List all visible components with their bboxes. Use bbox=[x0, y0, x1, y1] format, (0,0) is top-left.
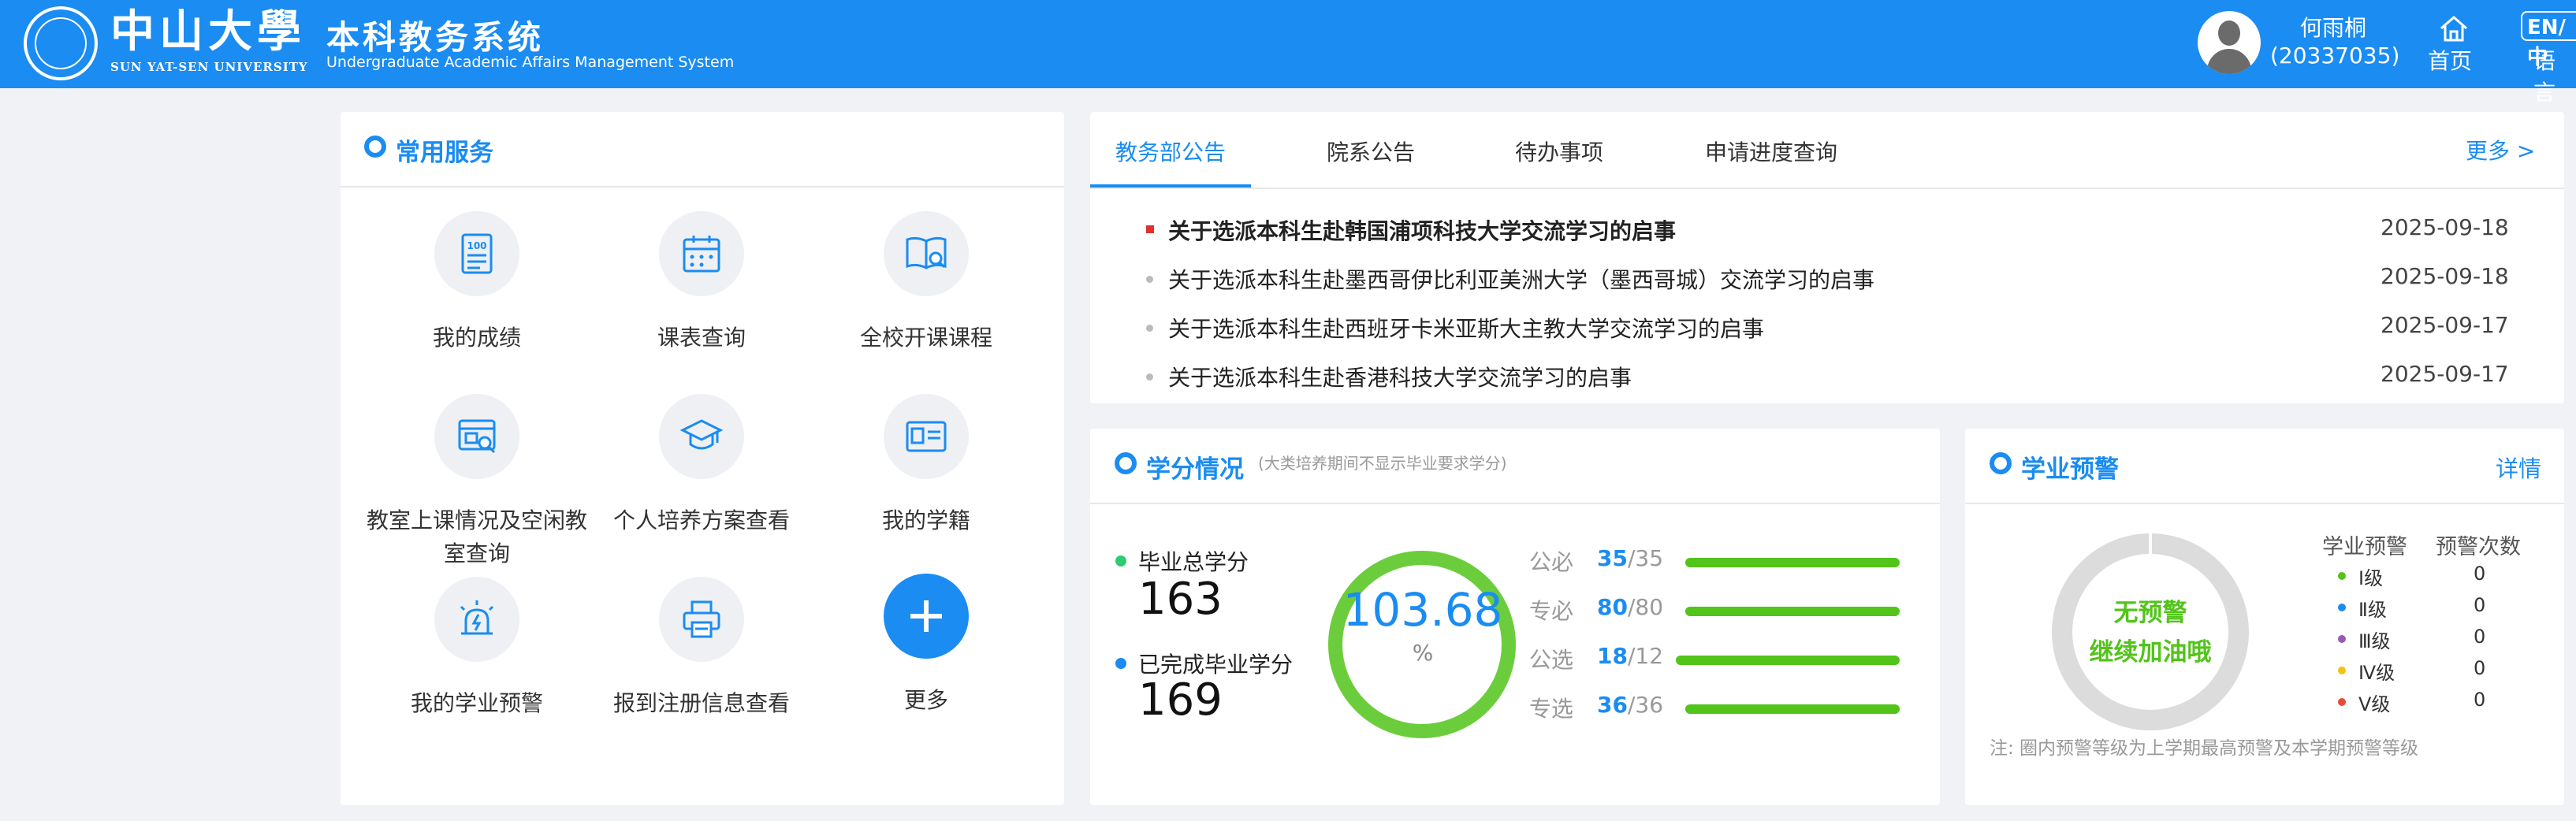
more-notices-link[interactable]: 更多 > bbox=[2466, 134, 2535, 165]
completed-credits-value: 169 bbox=[1138, 674, 1223, 726]
warning-level: Ⅱ级 bbox=[2358, 599, 2387, 621]
title-ring-icon bbox=[1115, 452, 1137, 474]
home-link[interactable]: 首页 bbox=[2428, 44, 2472, 76]
category-score: 80/80 bbox=[1597, 594, 1664, 620]
classroom-search-icon bbox=[434, 394, 519, 479]
total-credits-value: 163 bbox=[1138, 574, 1223, 625]
tab-application-progress[interactable]: 申请进度查询 bbox=[1705, 136, 1837, 167]
user-avatar[interactable] bbox=[2198, 11, 2261, 74]
notice-bullet bbox=[1146, 325, 1153, 332]
avatar-body-shape bbox=[2207, 49, 2251, 74]
level-dot bbox=[2338, 604, 2346, 611]
tab-todo[interactable]: 待办事项 bbox=[1515, 136, 1603, 167]
notice-date: 2025-09-18 bbox=[2381, 214, 2509, 240]
category-progress-bar bbox=[1685, 704, 1900, 714]
completed-credits-dot bbox=[1115, 658, 1126, 669]
report-icon: 100 bbox=[434, 211, 519, 296]
notice-date: 2025-09-17 bbox=[2381, 361, 2509, 387]
title-ring-icon bbox=[1990, 452, 2012, 474]
category-score: 18/12 bbox=[1597, 643, 1664, 669]
credit-ratio-value: 103.68 bbox=[1342, 583, 1503, 637]
user-id: (20337035) bbox=[2270, 43, 2400, 69]
service-label: 课表查询 bbox=[657, 325, 746, 351]
notice-bullet bbox=[1146, 373, 1153, 381]
warning-level: Ⅴ级 bbox=[2358, 693, 2391, 715]
system-title-en: Undergraduate Academic Affairs Managemen… bbox=[326, 54, 735, 71]
service-label: 个人培养方案查看 bbox=[612, 507, 790, 533]
alarm-icon bbox=[434, 577, 519, 662]
service-label: 全校开课课程 bbox=[859, 325, 992, 351]
id-card-icon bbox=[884, 394, 969, 479]
top-header: 中山大學 SUN YAT-SEN UNIVERSITY 本科教务系统 Under… bbox=[0, 0, 2576, 106]
level-dot bbox=[2338, 635, 2346, 643]
total-credits-dot bbox=[1115, 555, 1126, 567]
warning-count: 0 bbox=[2474, 626, 2486, 648]
category-label: 专选 bbox=[1529, 696, 1574, 722]
graduation-cap-icon bbox=[659, 394, 744, 479]
university-name-en: SUN YAT-SEN UNIVERSITY bbox=[110, 60, 308, 74]
warning-count: 0 bbox=[2474, 657, 2486, 679]
category-progress-bar bbox=[1685, 607, 1900, 616]
service-label: 报到注册信息查看 bbox=[612, 690, 790, 716]
warning-count-header: 预警次数 bbox=[2436, 535, 2521, 559]
level-dot bbox=[2338, 698, 2346, 706]
service-label: 教室上课情况及空闲教室查询 bbox=[367, 507, 588, 567]
category-progress-bar bbox=[1676, 656, 1900, 665]
avatar-head-shape bbox=[2218, 20, 2240, 46]
level-dot bbox=[2338, 667, 2346, 674]
notice-bullet bbox=[1146, 276, 1153, 283]
title-ring-icon bbox=[364, 136, 386, 158]
notice-item[interactable]: 关于选派本科生赴西班牙卡米亚斯大主教大学交流学习的启事 bbox=[1168, 312, 1764, 344]
notice-bullet bbox=[1146, 225, 1154, 233]
warning-count: 0 bbox=[2474, 689, 2486, 711]
warning-count: 0 bbox=[2474, 563, 2486, 585]
warning-level: Ⅰ级 bbox=[2358, 567, 2384, 589]
university-name-cn: 中山大學 bbox=[110, 6, 306, 58]
service-label: 更多 bbox=[903, 687, 948, 713]
warning-status-line2: 继续加油哦 bbox=[2089, 638, 2212, 667]
warning-level-header: 学业预警 bbox=[2322, 535, 2407, 559]
service-label: 我的学籍 bbox=[881, 507, 970, 533]
service-label: 我的学业预警 bbox=[410, 690, 543, 716]
svg-text:100: 100 bbox=[467, 240, 486, 251]
university-seal-icon bbox=[24, 6, 98, 80]
service-label: 我的成绩 bbox=[432, 325, 521, 351]
category-score: 36/36 bbox=[1597, 692, 1664, 718]
warning-level: Ⅳ级 bbox=[2358, 662, 2395, 684]
language-link[interactable]: 语言 bbox=[2533, 44, 2576, 107]
category-label: 公选 bbox=[1529, 647, 1574, 673]
tab-academic-affairs[interactable]: 教务部公告 bbox=[1115, 136, 1226, 167]
warning-detail-link[interactable]: 详情 bbox=[2496, 451, 2541, 484]
tabs-divider bbox=[1090, 188, 2564, 189]
language-badge[interactable]: EN/中 bbox=[2521, 11, 2576, 69]
book-search-icon bbox=[884, 211, 969, 296]
warning-count: 0 bbox=[2474, 594, 2486, 616]
notice-item[interactable]: 关于选派本科生赴墨西哥伊比利亚美洲大学（墨西哥城）交流学习的启事 bbox=[1168, 263, 1874, 295]
services-divider bbox=[341, 186, 1064, 188]
warning-status-line1: 无预警 bbox=[2113, 599, 2187, 627]
notice-item[interactable]: 关于选派本科生赴韩国浦项科技大学交流学习的启事 bbox=[1168, 214, 1676, 246]
home-icon[interactable] bbox=[2438, 14, 2470, 43]
category-label: 公必 bbox=[1529, 549, 1574, 575]
credits-note: (大类培养期间不显示毕业要求学分) bbox=[1258, 454, 1507, 473]
user-name[interactable]: 何雨桐 bbox=[2270, 11, 2396, 43]
category-score: 35/35 bbox=[1597, 545, 1664, 571]
total-credits-label: 毕业总学分 bbox=[1138, 549, 1249, 575]
warning-level: Ⅲ级 bbox=[2358, 630, 2391, 652]
warning-footnote: 注: 圈内预警等级为上学期最高预警及本学期预警等级 bbox=[1990, 738, 2419, 759]
category-label: 专必 bbox=[1529, 598, 1574, 624]
notice-item[interactable]: 关于选派本科生赴香港科技大学交流学习的启事 bbox=[1168, 361, 1632, 392]
system-title-cn: 本科教务系统 bbox=[326, 18, 545, 57]
warning-divider bbox=[1965, 503, 2564, 504]
credit-ratio-unit: % bbox=[1412, 640, 1434, 666]
credits-divider bbox=[1090, 503, 1940, 504]
tab-department[interactable]: 院系公告 bbox=[1327, 136, 1415, 167]
level-dot bbox=[2338, 572, 2346, 580]
notice-date: 2025-09-17 bbox=[2381, 312, 2509, 338]
category-progress-bar bbox=[1685, 558, 1900, 567]
printer-icon bbox=[659, 577, 744, 662]
notice-date: 2025-09-18 bbox=[2381, 263, 2509, 289]
plus-icon bbox=[884, 574, 969, 659]
calendar-icon bbox=[659, 211, 744, 296]
